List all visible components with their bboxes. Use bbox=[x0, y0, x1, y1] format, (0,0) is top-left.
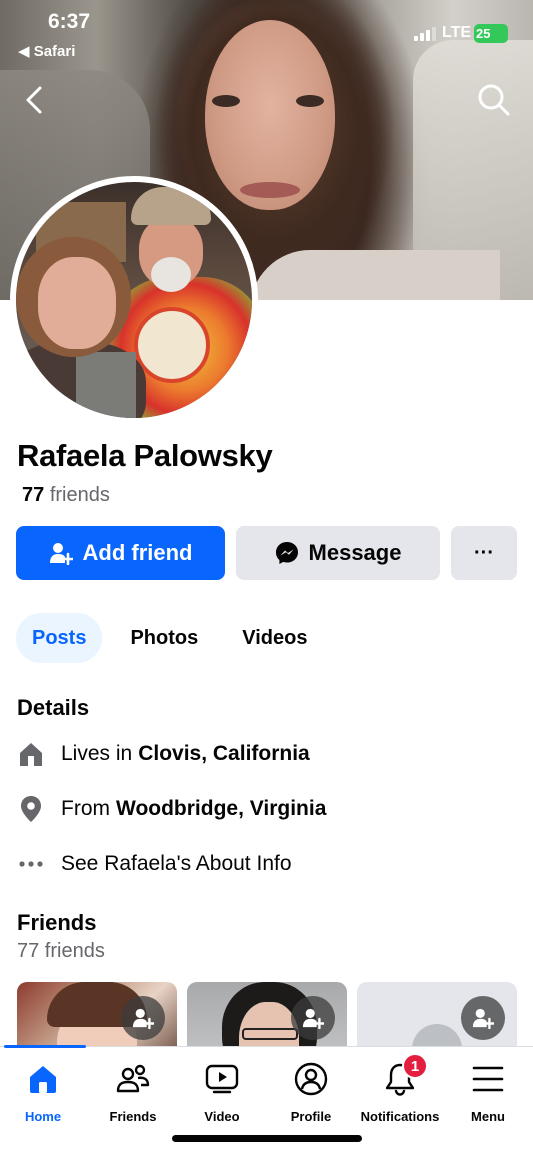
more-options-icon: ··· bbox=[474, 541, 494, 564]
profile-name: Rafaela Palowsky bbox=[17, 438, 273, 473]
from-place-link[interactable]: Woodbridge, Virginia bbox=[116, 797, 326, 821]
friend-count[interactable]: 77 friends bbox=[22, 484, 110, 507]
nav-video[interactable]: Video bbox=[177, 1059, 267, 1124]
details-heading: Details bbox=[17, 695, 90, 720]
lives-in-place-link[interactable]: Clovis, California bbox=[138, 742, 310, 766]
chevron-left-icon bbox=[26, 86, 42, 114]
from-prefix: From bbox=[61, 797, 110, 820]
add-friend-icon bbox=[302, 1008, 324, 1029]
nav-menu[interactable]: Menu bbox=[443, 1059, 533, 1124]
nav-notifications-label: Notifications bbox=[360, 1109, 440, 1124]
add-friend-label: Add friend bbox=[82, 540, 193, 565]
detail-about-info[interactable]: See Rafaela's About Info bbox=[17, 846, 292, 882]
add-friend-icon bbox=[49, 543, 73, 565]
cover-eye-left bbox=[212, 95, 240, 107]
bell-icon: 1 bbox=[380, 1053, 428, 1099]
status-bar: 6:37 ◀ Safari LTE 25 bbox=[0, 0, 533, 70]
avatar-shirt-logo bbox=[134, 307, 210, 383]
add-friend-small-button[interactable] bbox=[291, 996, 335, 1040]
friends-subtitle: 77 friends bbox=[17, 940, 105, 962]
add-friend-small-button[interactable] bbox=[461, 996, 505, 1040]
battery-icon: 25 bbox=[474, 24, 508, 43]
profile-picture[interactable] bbox=[10, 176, 258, 424]
message-button[interactable]: Message bbox=[236, 526, 440, 580]
avatar-man-beard bbox=[151, 257, 191, 292]
location-pin-icon bbox=[17, 795, 45, 823]
back-button[interactable] bbox=[14, 80, 54, 120]
nav-video-label: Video bbox=[204, 1109, 240, 1124]
friend-count-label: friends bbox=[49, 484, 110, 506]
avatar-woman-face bbox=[38, 257, 116, 349]
add-friend-button[interactable]: Add friend bbox=[16, 526, 225, 580]
nav-home-label: Home bbox=[24, 1109, 62, 1124]
more-options-button[interactable]: ··· bbox=[451, 526, 517, 580]
network-type: LTE bbox=[442, 24, 472, 41]
friends-heading: Friends bbox=[17, 910, 97, 935]
add-friend-icon bbox=[472, 1008, 494, 1029]
nav-profile[interactable]: Profile bbox=[266, 1059, 356, 1124]
tab-videos[interactable]: Videos bbox=[226, 613, 323, 663]
house-icon bbox=[17, 740, 45, 768]
friend-photo-glasses bbox=[242, 1028, 298, 1040]
menu-icon bbox=[468, 1059, 508, 1099]
profile-picture-image bbox=[16, 182, 252, 418]
nav-profile-label: Profile bbox=[290, 1109, 332, 1124]
back-to-safari-link[interactable]: ◀ Safari bbox=[18, 42, 75, 60]
detail-from: From Woodbridge, Virginia bbox=[17, 791, 326, 827]
status-time: 6:37 bbox=[48, 10, 91, 33]
cover-sweater bbox=[250, 250, 500, 300]
notification-badge: 1 bbox=[402, 1053, 428, 1079]
avatar-woman-cardigan bbox=[76, 352, 136, 418]
tab-photos[interactable]: Photos bbox=[114, 613, 214, 663]
friends-icon bbox=[113, 1059, 153, 1099]
friend-count-number: 77 bbox=[22, 484, 45, 506]
video-icon bbox=[202, 1059, 242, 1099]
profile-tabs: Posts Photos Videos bbox=[16, 613, 335, 663]
message-label: Message bbox=[308, 540, 402, 565]
search-icon bbox=[478, 84, 510, 116]
ellipsis-icon bbox=[17, 850, 45, 878]
active-tab-indicator bbox=[4, 1045, 86, 1048]
add-friend-small-button[interactable] bbox=[121, 996, 165, 1040]
nav-home[interactable]: Home bbox=[0, 1059, 88, 1124]
cellular-signal-icon bbox=[414, 27, 436, 41]
add-friend-icon bbox=[132, 1008, 154, 1029]
cover-eye-right bbox=[296, 95, 324, 107]
detail-lives-in: Lives in Clovis, California bbox=[17, 736, 310, 772]
tab-posts[interactable]: Posts bbox=[16, 613, 103, 663]
lives-in-prefix: Lives in bbox=[61, 742, 133, 765]
nav-menu-label: Menu bbox=[471, 1109, 505, 1124]
messenger-icon bbox=[275, 542, 298, 564]
profile-icon bbox=[291, 1059, 331, 1099]
nav-notifications[interactable]: 1 Notifications bbox=[355, 1053, 445, 1124]
about-info-label: See Rafaela's About Info bbox=[61, 852, 292, 875]
home-indicator[interactable] bbox=[172, 1135, 362, 1142]
search-button[interactable] bbox=[474, 80, 514, 120]
home-icon bbox=[23, 1059, 63, 1099]
nav-friends-label: Friends bbox=[109, 1109, 157, 1124]
nav-friends[interactable]: Friends bbox=[88, 1059, 178, 1124]
cover-lips bbox=[240, 182, 300, 198]
